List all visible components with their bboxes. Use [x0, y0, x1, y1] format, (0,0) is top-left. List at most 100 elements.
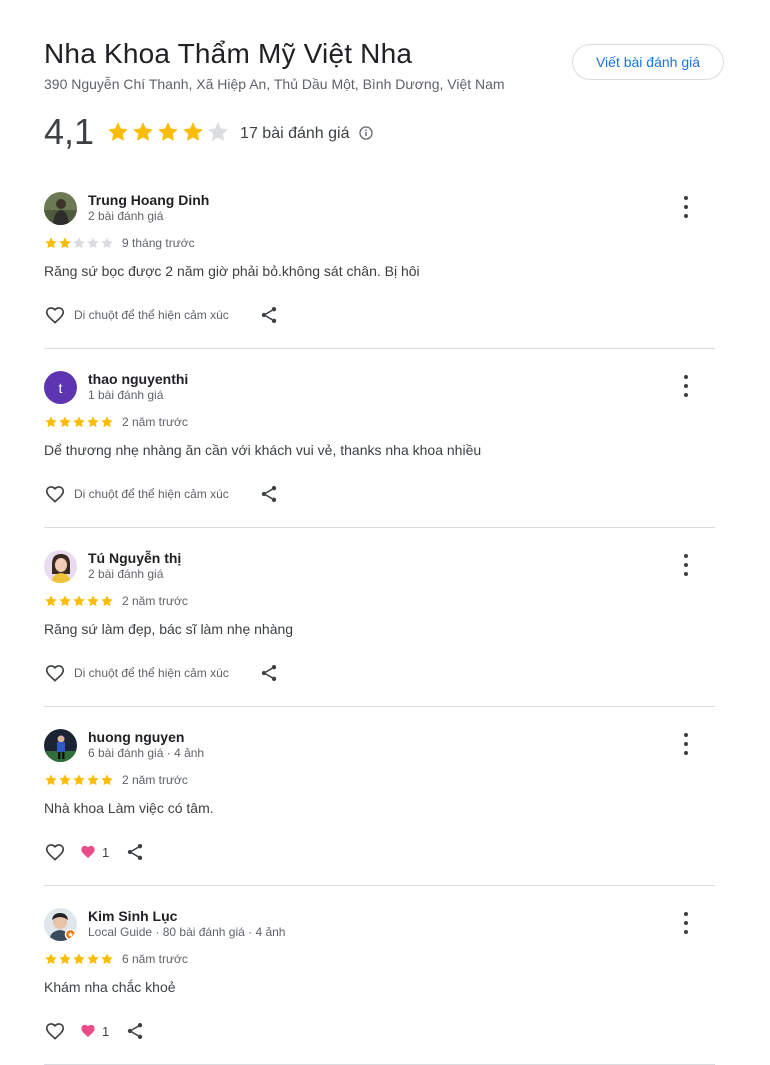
- review-stars: [44, 236, 114, 250]
- more-options-button[interactable]: [681, 554, 691, 576]
- star-filled-icon: [73, 774, 85, 786]
- place-address: 390 Nguyễn Chí Thanh, Xã Hiệp An, Thủ Dầ…: [44, 76, 505, 92]
- write-review-button[interactable]: Viết bài đánh giá: [572, 44, 724, 80]
- author-name[interactable]: Tú Nguyễn thị: [88, 550, 181, 566]
- star-filled-icon: [59, 237, 71, 249]
- review-text: Răng sứ làm đẹp, bác sĩ làm nhẹ nhàng: [44, 621, 294, 637]
- heart-outline-icon: [44, 304, 66, 326]
- review-rating: 2 năm trước: [44, 593, 188, 609]
- review-list: Trung Hoang Dinh 2 bài đánh giá 9 tháng tr…: [44, 170, 715, 1065]
- author-meta: 1 bài đánh giá: [88, 388, 164, 402]
- star-filled-icon: [108, 122, 128, 141]
- review-actions: Di chuột để thể hiện cảm xúc: [44, 662, 279, 684]
- reaction-count-value: 1: [102, 844, 110, 860]
- author-name[interactable]: Trung Hoang Dinh: [88, 192, 209, 208]
- review-actions: 1: [44, 841, 145, 863]
- reaction-hint: Di chuột để thể hiện cảm xúc: [74, 666, 229, 680]
- review-count: 17 bài đánh giá: [240, 125, 350, 142]
- share-button[interactable]: [259, 305, 279, 325]
- star-filled-icon: [45, 237, 57, 249]
- author-avatar[interactable]: [44, 550, 77, 583]
- star-filled-icon: [158, 122, 178, 141]
- star-filled-icon: [59, 595, 71, 607]
- star-filled-icon: [101, 774, 113, 786]
- heart-outline-icon: [44, 662, 66, 684]
- reaction-count[interactable]: 1: [80, 1023, 109, 1039]
- info-icon[interactable]: [359, 126, 374, 140]
- rating-summary: 4,1 17 bài đánh giá: [44, 110, 374, 154]
- star-filled-icon: [87, 774, 99, 786]
- share-button[interactable]: [125, 842, 145, 862]
- like-button[interactable]: [44, 483, 66, 505]
- reaction-count[interactable]: 1: [80, 844, 109, 860]
- more-options-button[interactable]: [681, 912, 691, 934]
- more-options-button[interactable]: [681, 733, 691, 755]
- review-actions: Di chuột để thể hiện cảm xúc: [44, 483, 279, 505]
- like-button[interactable]: [44, 1020, 66, 1042]
- star-filled-icon: [133, 122, 153, 141]
- review-text: Răng sứ bọc được 2 năm giờ phải bỏ.không…: [44, 263, 420, 279]
- review-rating: 6 năm trước: [44, 951, 188, 967]
- like-button[interactable]: [44, 662, 66, 684]
- share-icon: [125, 842, 145, 862]
- star-filled-icon: [45, 416, 57, 428]
- star-filled-icon: [59, 953, 71, 965]
- share-button[interactable]: [259, 484, 279, 504]
- average-rating-stars: [106, 120, 230, 144]
- more-options-button[interactable]: [681, 375, 691, 397]
- author-meta: Local Guide · 80 bài đánh giá · 4 ảnh: [88, 925, 286, 939]
- heart-outline-icon: [44, 841, 66, 863]
- review-date: 2 năm trước: [122, 415, 188, 429]
- avatar-letter: t: [58, 379, 63, 396]
- reaction-hint: Di chuột để thể hiện cảm xúc: [74, 487, 229, 501]
- review-stars: [44, 594, 114, 608]
- review-stars: [44, 415, 114, 429]
- review-stars: [44, 773, 114, 787]
- author-meta: 6 bài đánh giá · 4 ảnh: [88, 746, 205, 760]
- review-actions: Di chuột để thể hiện cảm xúc: [44, 304, 279, 326]
- star-filled-icon: [73, 416, 85, 428]
- star-filled-icon: [73, 595, 85, 607]
- share-button[interactable]: [259, 663, 279, 683]
- star-filled-icon: [101, 953, 113, 965]
- author-name[interactable]: Kim Sinh Lục: [88, 908, 177, 924]
- review-item: t thao nguyenthi 1 bài đánh giá 2 năm trước…: [44, 349, 715, 528]
- average-rating: 4,1: [44, 111, 95, 152]
- star-empty-icon: [101, 237, 113, 249]
- star-filled-icon: [87, 416, 99, 428]
- review-stars: [44, 952, 114, 966]
- star-filled-icon: [87, 595, 99, 607]
- star-filled-icon: [59, 416, 71, 428]
- review-rating: 2 năm trước: [44, 414, 188, 430]
- star-empty-icon: [87, 237, 99, 249]
- author-meta: 2 bài đánh giá: [88, 567, 164, 581]
- author-avatar[interactable]: [44, 908, 77, 941]
- author-avatar[interactable]: [44, 729, 77, 762]
- reaction-count-value: 1: [102, 1023, 110, 1039]
- review-date: 6 năm trước: [122, 952, 188, 966]
- author-avatar[interactable]: t: [44, 371, 77, 404]
- star-filled-icon: [183, 122, 203, 141]
- star-filled-icon: [59, 774, 71, 786]
- star-empty-icon: [73, 237, 85, 249]
- share-icon: [125, 1021, 145, 1041]
- star-filled-icon: [73, 953, 85, 965]
- star-filled-icon: [45, 595, 57, 607]
- star-filled-icon: [45, 774, 57, 786]
- share-button[interactable]: [125, 1021, 145, 1041]
- heart-outline-icon: [44, 1020, 66, 1042]
- heart-reaction-icon: [81, 845, 95, 858]
- review-item: Kim Sinh Lục Local Guide · 80 bài đánh gi…: [44, 886, 715, 1065]
- author-avatar[interactable]: [44, 192, 77, 225]
- share-icon: [259, 484, 279, 504]
- author-name[interactable]: thao nguyenthi: [88, 371, 188, 387]
- more-options-button[interactable]: [681, 196, 691, 218]
- like-button[interactable]: [44, 304, 66, 326]
- author-meta: 2 bài đánh giá: [88, 209, 164, 223]
- author-name[interactable]: huong nguyen: [88, 729, 184, 745]
- heart-outline-icon: [44, 483, 66, 505]
- share-icon: [259, 663, 279, 683]
- star-filled-icon: [87, 953, 99, 965]
- reaction-hint: Di chuột để thể hiện cảm xúc: [74, 308, 229, 322]
- like-button[interactable]: [44, 841, 66, 863]
